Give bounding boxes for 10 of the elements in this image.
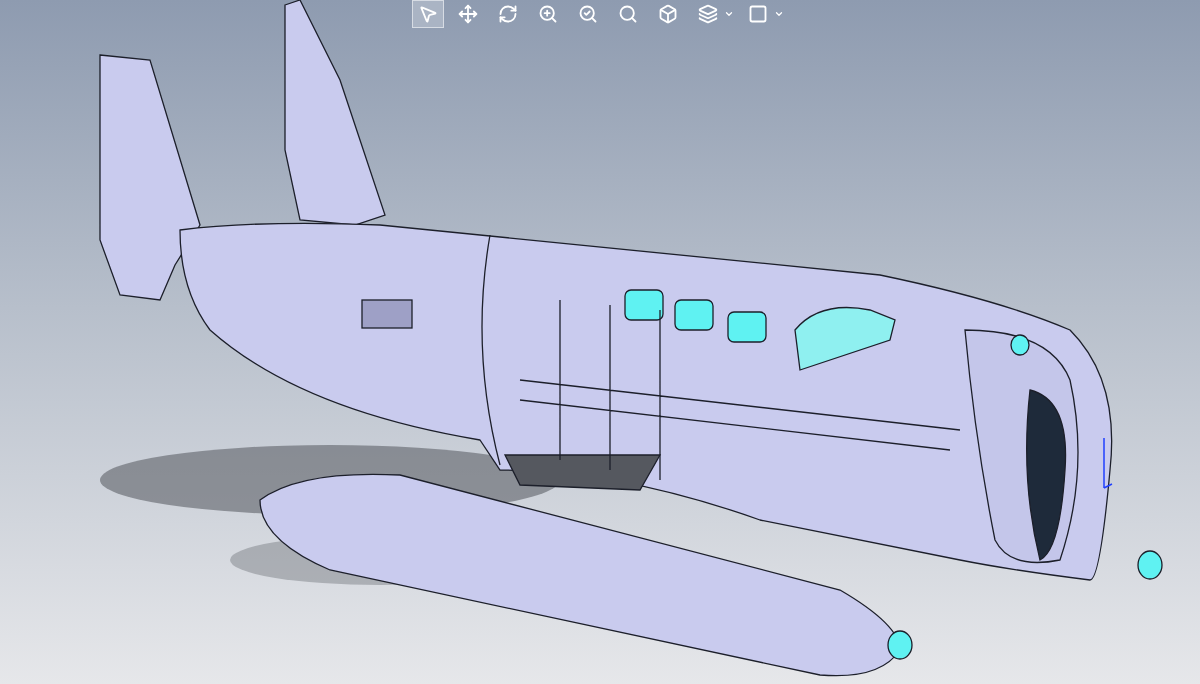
pointer-icon (418, 4, 438, 24)
caret-icon[interactable] (724, 9, 734, 19)
zoom-icon (578, 4, 598, 24)
toolbar-button[interactable] (412, 0, 444, 28)
rotate-icon (498, 4, 518, 24)
caret-icon[interactable] (774, 9, 784, 19)
zoom-icon (538, 4, 558, 24)
axis-triad-icon (1103, 437, 1113, 489)
move-icon (458, 4, 478, 24)
magnifier-icon (618, 4, 638, 24)
